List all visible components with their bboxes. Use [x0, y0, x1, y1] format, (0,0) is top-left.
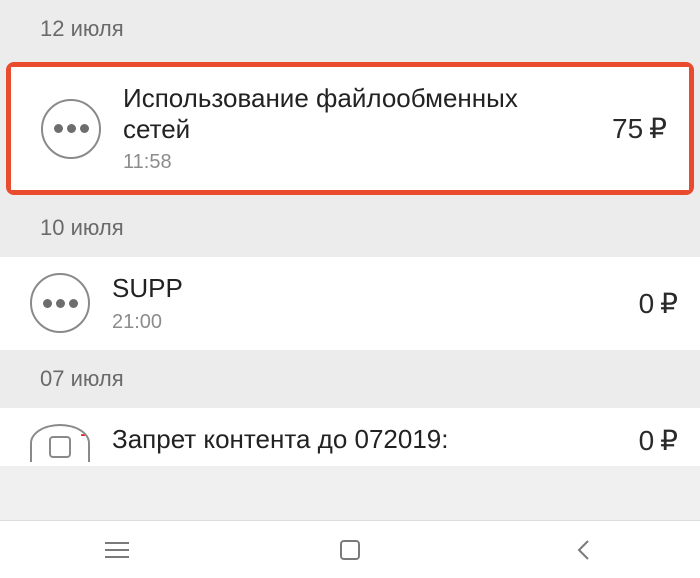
transaction-body: SUPP 21:00	[112, 273, 617, 333]
square-icon	[340, 540, 360, 560]
date-header: 12 июля	[0, 0, 700, 58]
transaction-list: 12 июля Использование файлообменных сете…	[0, 0, 700, 520]
item-highlight-frame: Использование файлообменных сетей 11:58 …	[0, 58, 700, 199]
chevron-left-icon	[576, 539, 590, 561]
date-header: 10 июля	[0, 199, 700, 257]
more-icon	[41, 99, 101, 159]
transaction-time: 11:58	[123, 151, 590, 174]
back-button[interactable]	[570, 537, 596, 563]
recent-apps-button[interactable]	[104, 537, 130, 563]
date-header: 07 июля	[0, 350, 700, 408]
transaction-amount: 0₽	[639, 424, 678, 457]
transaction-row[interactable]: 1 Запрет контента до 072019: 0₽	[0, 408, 700, 466]
more-icon	[30, 273, 90, 333]
currency-symbol: ₽	[649, 112, 667, 145]
currency-symbol: ₽	[660, 287, 678, 320]
transaction-amount: 75₽	[612, 112, 667, 145]
transaction-body: Запрет контента до 072019:	[112, 424, 617, 455]
transaction-time: 21:00	[112, 311, 617, 334]
home-button[interactable]	[337, 537, 363, 563]
app-icon: 1	[30, 424, 90, 462]
transaction-title: Использование файлообменных сетей	[123, 83, 590, 145]
transaction-title: SUPP	[112, 273, 617, 304]
transaction-amount: 0₽	[639, 287, 678, 320]
badge-count: 1	[80, 424, 90, 441]
transaction-row[interactable]: SUPP 21:00 0₽	[0, 257, 700, 349]
currency-symbol: ₽	[660, 424, 678, 457]
menu-icon	[105, 542, 129, 558]
transaction-row[interactable]: Использование файлообменных сетей 11:58 …	[11, 67, 689, 190]
android-nav-bar	[0, 520, 700, 578]
transaction-body: Использование файлообменных сетей 11:58	[123, 83, 590, 174]
transaction-title: Запрет контента до 072019:	[112, 424, 617, 455]
